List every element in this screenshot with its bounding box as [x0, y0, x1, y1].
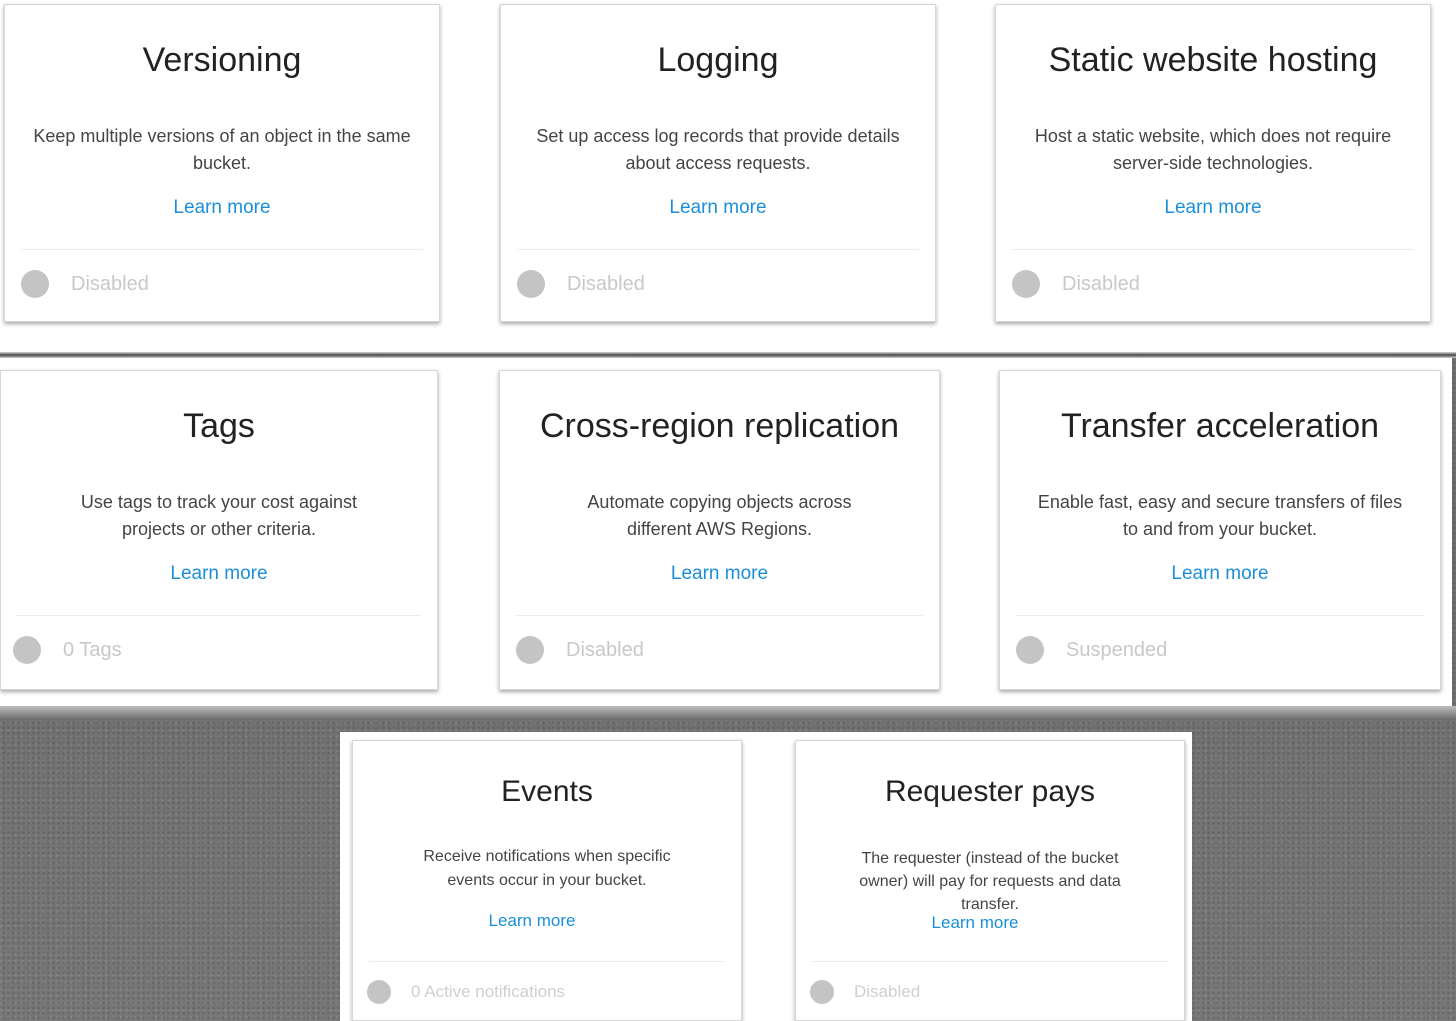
status-dot-icon	[516, 636, 544, 664]
card-title: Versioning	[142, 41, 302, 79]
card-title: Cross-region replication	[539, 407, 900, 445]
status-row: Disabled	[516, 635, 644, 665]
card-divider	[517, 249, 919, 250]
learn-more-link[interactable]: Learn more	[766, 913, 1184, 933]
status-dot-icon	[1012, 270, 1040, 298]
card-title: Static website hosting	[1048, 41, 1378, 79]
card-description: Receive notifications when specific even…	[423, 848, 671, 889]
status-row: Disabled	[810, 977, 920, 1007]
status-text: Disabled	[567, 272, 645, 295]
card-divider	[812, 961, 1168, 962]
learn-more-link[interactable]: Learn more	[501, 197, 935, 219]
card-divider	[17, 615, 421, 616]
card-divider	[1012, 249, 1414, 250]
card-divider	[516, 615, 923, 616]
card-static-website-hosting[interactable]: Static website hosting Host a static web…	[995, 4, 1431, 322]
learn-more-link[interactable]: Learn more	[323, 911, 741, 931]
card-description: Enable fast, easy and secure transfers o…	[1037, 492, 1403, 539]
status-row: Disabled	[21, 269, 149, 299]
status-row: 0 Active notifications	[367, 977, 565, 1007]
learn-more-link[interactable]: Learn more	[996, 197, 1430, 219]
card-tags[interactable]: Tags Use tags to track your cost against…	[0, 370, 438, 690]
screen-seam-lower	[0, 706, 1456, 720]
status-text: 0 Tags	[63, 638, 122, 661]
card-requester-pays[interactable]: Requester pays The requester (instead of…	[795, 740, 1185, 1021]
card-title: Logging	[657, 41, 779, 79]
status-dot-icon	[367, 980, 391, 1004]
status-row: Suspended	[1016, 635, 1167, 665]
card-title: Transfer acceleration	[1060, 407, 1380, 445]
card-versioning[interactable]: Versioning Keep multiple versions of an …	[4, 4, 440, 322]
status-dot-icon	[1016, 636, 1044, 664]
status-row: Disabled	[1012, 269, 1140, 299]
card-divider	[21, 249, 423, 250]
card-description: Set up access log records that provide d…	[536, 126, 900, 173]
status-dot-icon	[517, 270, 545, 298]
learn-more-link[interactable]: Learn more	[1, 563, 437, 585]
card-description: Host a static website, which does not re…	[1034, 126, 1392, 173]
status-dot-icon	[21, 270, 49, 298]
status-row: 0 Tags	[13, 635, 122, 665]
card-title: Events	[501, 775, 593, 808]
card-description: Keep multiple versions of an object in t…	[33, 126, 411, 173]
card-transfer-acceleration[interactable]: Transfer acceleration Enable fast, easy …	[999, 370, 1441, 690]
learn-more-link[interactable]: Learn more	[500, 563, 939, 585]
card-title: Tags	[183, 407, 255, 445]
card-cross-region-replication[interactable]: Cross-region replication Automate copyin…	[499, 370, 940, 690]
status-dot-icon	[13, 636, 41, 664]
learn-more-link[interactable]: Learn more	[1000, 563, 1440, 585]
status-text: Disabled	[71, 272, 149, 295]
card-title: Requester pays	[884, 775, 1096, 808]
card-description: Use tags to track your cost against proj…	[80, 492, 358, 539]
status-text: Disabled	[1062, 272, 1140, 295]
card-description: The requester (instead of the bucket own…	[859, 850, 1121, 913]
status-text: 0 Active notifications	[411, 982, 566, 1001]
card-events[interactable]: Events Receive notifications when specif…	[352, 740, 742, 1021]
status-row: Disabled	[517, 269, 645, 299]
card-description: Automate copying objects across differen…	[587, 492, 852, 539]
card-divider	[369, 961, 725, 962]
card-logging[interactable]: Logging Set up access log records that p…	[500, 4, 936, 322]
status-text: Disabled	[854, 982, 921, 1001]
status-text: Disabled	[566, 638, 644, 661]
status-text: Suspended	[1066, 638, 1168, 661]
status-dot-icon	[810, 980, 834, 1004]
card-divider	[1016, 615, 1424, 616]
learn-more-link[interactable]: Learn more	[5, 197, 439, 219]
